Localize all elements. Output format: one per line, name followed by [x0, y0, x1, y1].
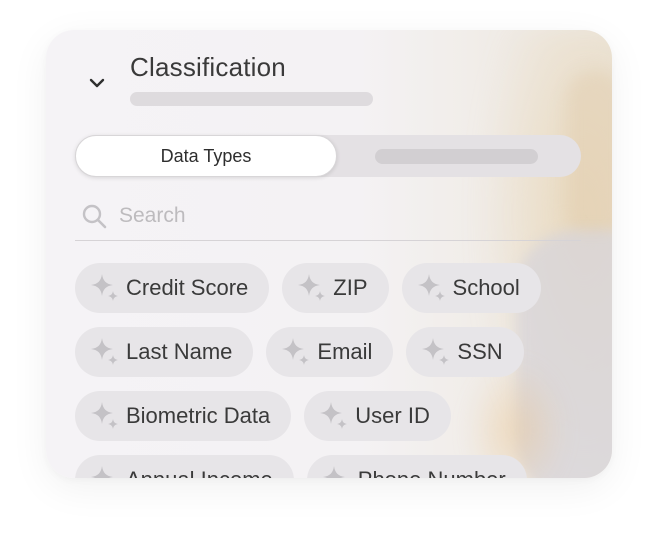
panel-title: Classification	[130, 52, 286, 82]
tag-label: Phone Number	[358, 467, 506, 478]
sparkle-icon	[422, 338, 450, 365]
tag-label: Last Name	[126, 339, 233, 364]
search-icon	[82, 204, 107, 229]
sparkle-icon	[417, 274, 445, 301]
tag-label: SSN	[457, 339, 503, 364]
segmented-control: Data Types	[75, 135, 581, 177]
segment-data-types[interactable]: Data Types	[75, 135, 337, 177]
segment-secondary-placeholder[interactable]	[375, 149, 538, 164]
tag-email[interactable]: Email	[266, 327, 394, 377]
classification-panel: Classification Data Types Credit Score Z…	[46, 30, 612, 478]
tag-row: Credit Score ZIP School	[75, 263, 541, 313]
tag-ssn[interactable]: SSN	[406, 327, 524, 377]
tag-zip[interactable]: ZIP	[282, 263, 389, 313]
sparkle-icon	[298, 274, 326, 301]
tag-phone-number[interactable]: Phone Number	[306, 455, 527, 478]
tag-label: User ID	[355, 403, 430, 428]
tag-row: Last Name Email SSN	[75, 327, 524, 377]
tag-label: ZIP	[333, 275, 368, 300]
sparkle-icon	[322, 466, 345, 478]
sparkle-icon	[282, 338, 310, 365]
tag-label: Credit Score	[126, 275, 249, 300]
tag-label: Annual Income	[126, 467, 273, 478]
tag-biometric-data[interactable]: Biometric Data	[75, 391, 292, 441]
background-blur	[476, 30, 612, 478]
tag-label: Biometric Data	[126, 403, 271, 428]
sparkle-icon	[91, 338, 118, 365]
tag-school[interactable]: School	[401, 263, 541, 313]
sparkle-icon	[91, 466, 113, 478]
tag-row: Annual Income Phone Number	[75, 455, 527, 478]
tag-annual-income[interactable]: Annual Income	[75, 455, 294, 478]
tag-user-id[interactable]: User ID	[304, 391, 451, 441]
tag-label: School	[452, 275, 520, 300]
sparkle-icon	[91, 274, 118, 301]
sparkle-icon	[91, 402, 118, 429]
search-bar	[75, 198, 581, 241]
subtitle-placeholder-bar	[130, 92, 373, 106]
tag-last-name[interactable]: Last Name	[75, 327, 254, 377]
tag-label: Email	[317, 339, 373, 364]
search-input[interactable]	[119, 201, 559, 231]
sparkle-icon	[320, 402, 348, 429]
tag-credit-score[interactable]: Credit Score	[75, 263, 270, 313]
chevron-down-icon[interactable]	[86, 72, 108, 94]
tag-row: Biometric Data User ID	[75, 391, 451, 441]
